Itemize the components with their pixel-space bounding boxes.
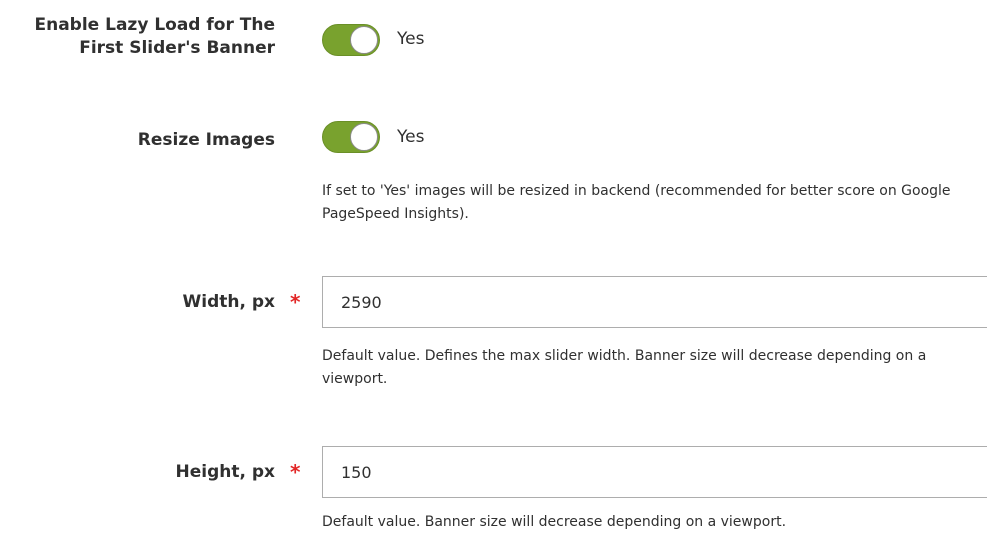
width-required-mark: * <box>290 290 301 314</box>
width-label: Width, px <box>182 292 276 312</box>
lazy-load-label-line1: Enable Lazy Load for The <box>34 15 275 35</box>
resize-images-toggle[interactable] <box>322 121 380 153</box>
width-input[interactable] <box>322 276 987 328</box>
lazy-load-value: Yes <box>397 29 425 49</box>
toggle-knob <box>350 26 378 54</box>
lazy-load-label: Enable Lazy Load for The First Slider's … <box>34 14 275 60</box>
toggle-knob <box>350 123 378 151</box>
lazy-load-label-line2: First Slider's Banner <box>79 38 275 58</box>
width-note: Default value. Defines the max slider wi… <box>322 348 927 387</box>
height-required-mark: * <box>290 460 301 484</box>
lazy-load-toggle[interactable] <box>322 24 380 56</box>
resize-images-note: If set to 'Yes' images will be resized i… <box>322 183 951 222</box>
height-input[interactable] <box>322 446 987 498</box>
height-label: Height, px <box>175 462 276 482</box>
resize-images-label: Resize Images <box>137 130 275 150</box>
height-note: Default value. Banner size will decrease… <box>322 514 787 530</box>
resize-images-value: Yes <box>397 127 425 147</box>
